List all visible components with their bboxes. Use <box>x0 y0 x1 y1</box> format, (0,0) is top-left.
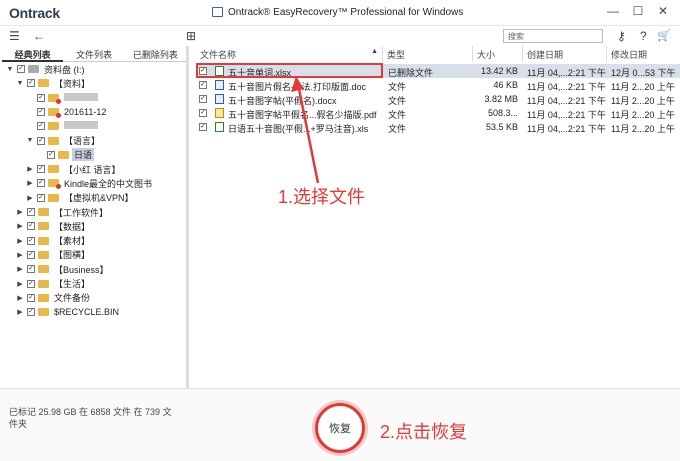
restore-button[interactable]: 恢复 <box>315 403 365 453</box>
status-text: 已标记 25.98 GB 在 6858 文件 在 739 文件夹 <box>9 407 172 429</box>
restore-button-label: 恢复 <box>329 423 351 435</box>
annotation-click-restore: 2.点击恢复 <box>380 422 468 442</box>
annotation-select-file: 1.选择文件 <box>278 187 366 207</box>
